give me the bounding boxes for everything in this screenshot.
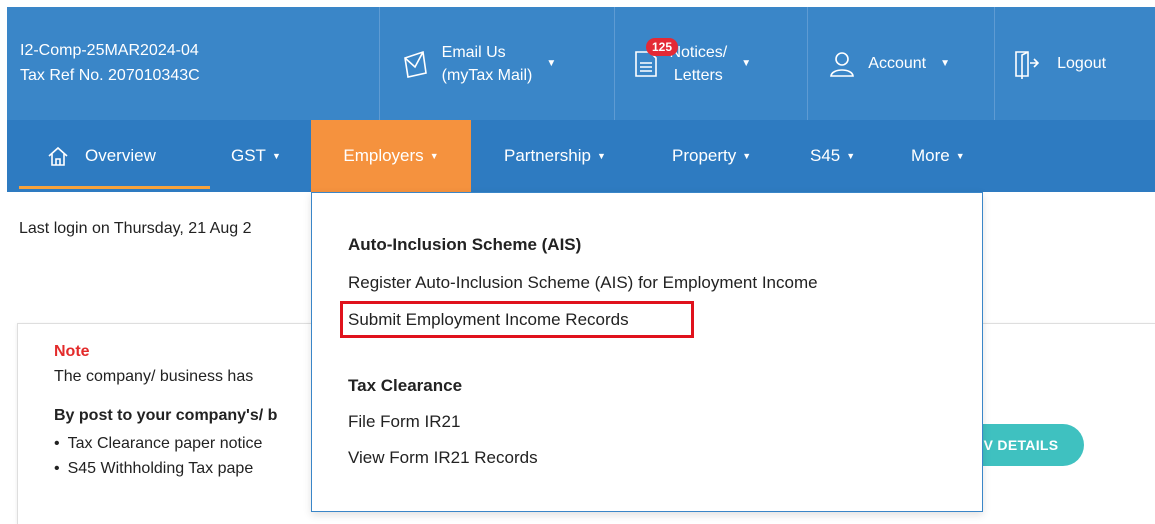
logout-icon — [1015, 50, 1040, 79]
chevron-down-icon: ▼ — [429, 151, 439, 161]
list-item: S45 Withholding Tax pape — [54, 456, 312, 481]
nav-overview-label: Overview — [85, 146, 156, 165]
employers-dropdown: Auto-Inclusion Scheme (AIS) Register Aut… — [311, 192, 983, 512]
tax-ref-number: Tax Ref No. 207010343C — [20, 67, 200, 84]
nav-more[interactable]: More ▼ — [911, 120, 965, 192]
user-icon — [830, 51, 855, 77]
view-form-ir21-records-link[interactable]: View Form IR21 Records — [348, 448, 538, 468]
file-form-ir21-link[interactable]: File Form IR21 — [348, 412, 460, 432]
nav-gst-label: GST — [231, 146, 266, 165]
tax-clearance-heading: Tax Clearance — [348, 376, 463, 395]
envelope-icon — [403, 50, 427, 78]
home-icon — [48, 146, 68, 166]
nav-property-label: Property — [672, 146, 737, 165]
chevron-down-icon: ▼ — [940, 58, 950, 69]
nav-overview[interactable]: Overview — [47, 120, 156, 192]
account-label: Account — [868, 54, 927, 72]
highlight-box — [340, 301, 694, 338]
chevron-down-icon: ▼ — [546, 58, 557, 69]
note-text: The company/ business has — [54, 368, 254, 385]
register-ais-link[interactable]: Register Auto-Inclusion Scheme (AIS) for… — [348, 273, 818, 293]
nav-gst[interactable]: GST ▼ — [231, 120, 281, 192]
account-menu[interactable]: Account ▼ — [808, 7, 996, 120]
email-us-label: Email Us — [441, 43, 506, 61]
chevron-down-icon: ▼ — [741, 58, 752, 69]
notices-letters-menu[interactable]: Notices/ Letters ▼ — [615, 7, 809, 120]
main-nav: Overview GST ▼ Employers ▼ Partnership ▼ Pr… — [7, 120, 1155, 192]
nav-more-label: More — [911, 146, 950, 165]
entity-name: I2-Comp-25MAR2024-04 — [20, 42, 199, 59]
list-item: Tax Clearance paper notice — [54, 431, 312, 456]
ais-heading: Auto-Inclusion Scheme (AIS) — [348, 235, 582, 254]
nav-partnership[interactable]: Partnership ▼ — [504, 120, 606, 192]
nav-s45[interactable]: S45 ▼ — [810, 120, 855, 192]
note-subheading: By post to your company's/ b — [54, 407, 278, 424]
email-us-menu[interactable]: Email Us (myTax Mail) ▼ — [380, 7, 616, 120]
entity-info: I2-Comp-25MAR2024-04 Tax Ref No. 2070103… — [7, 7, 380, 120]
chevron-down-icon: ▼ — [596, 151, 606, 161]
nav-employers[interactable]: Employers ▼ — [311, 120, 471, 192]
nav-property[interactable]: Property ▼ — [672, 120, 751, 192]
nav-s45-label: S45 — [810, 146, 841, 165]
notices-label: Notices/ — [669, 43, 728, 61]
logout-button[interactable]: Logout — [995, 7, 1155, 120]
chevron-down-icon: ▼ — [846, 151, 856, 161]
top-bar: I2-Comp-25MAR2024-04 Tax Ref No. 2070103… — [7, 7, 1155, 120]
last-login-text: Last login on Thursday, 21 Aug 2 — [19, 220, 252, 237]
chevron-down-icon: ▼ — [271, 151, 281, 161]
chevron-down-icon: ▼ — [742, 151, 752, 161]
nav-partnership-label: Partnership — [504, 146, 591, 165]
note-list: Tax Clearance paper notice S45 Withholdi… — [54, 431, 312, 481]
nav-employers-label: Employers — [343, 146, 424, 165]
letters-label: Letters — [673, 66, 723, 84]
notices-count-badge: 125 — [646, 38, 679, 56]
email-us-sublabel: (myTax Mail) — [441, 66, 533, 84]
note-title: Note — [54, 343, 90, 360]
chevron-down-icon: ▼ — [955, 151, 965, 161]
logout-label: Logout — [1057, 54, 1107, 72]
